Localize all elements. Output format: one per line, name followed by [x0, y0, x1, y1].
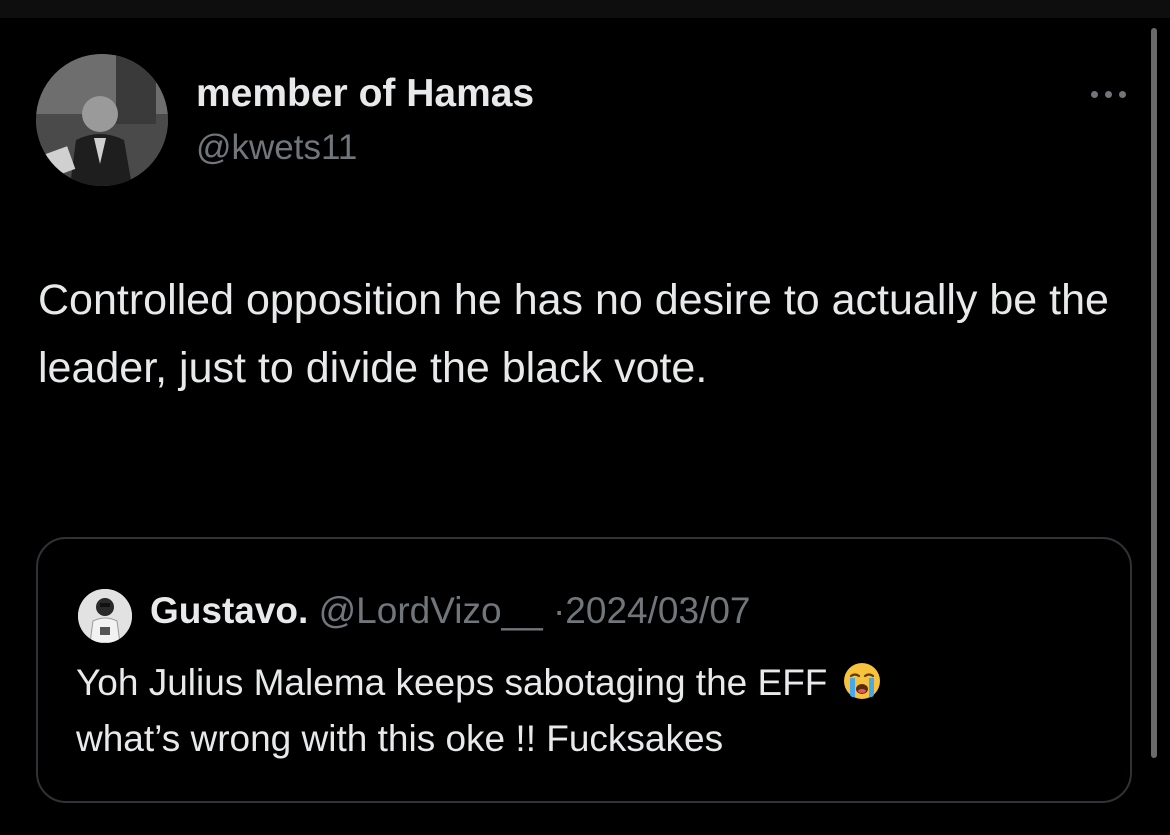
tweet-text: Controlled opposition he has no desire t… [38, 276, 1109, 392]
quoted-tweet-text-line1: Yoh Julius Malema keeps sabotaging the E… [76, 662, 828, 703]
more-options-icon [1090, 90, 1098, 98]
author-handle[interactable]: @kwets11 [196, 128, 357, 168]
top-status-strip [0, 0, 1170, 18]
profile-photo-icon [78, 589, 132, 643]
quoted-tweet-header: Gustavo. @LordVizo__ ·2024/03/07 [150, 589, 750, 633]
quoted-author-handle[interactable]: @LordVizo__ [319, 590, 543, 631]
loudly-crying-face-icon [842, 661, 882, 701]
scrollbar[interactable] [1151, 28, 1157, 758]
author-display-name[interactable]: member of Hamas [196, 72, 534, 116]
header-separator: · [552, 590, 566, 631]
author-avatar[interactable] [36, 54, 168, 186]
quoted-tweet-text: Yoh Julius Malema keeps sabotaging the E… [76, 655, 1106, 767]
quoted-author-display-name[interactable]: Gustavo. [150, 590, 308, 631]
quoted-tweet-text-line2: what’s wrong with this oke !! Fucksakes [76, 718, 724, 759]
more-options-button[interactable] [1080, 80, 1136, 108]
more-options-icon [1104, 90, 1112, 98]
quoted-tweet-card[interactable]: Gustavo. @LordVizo__ ·2024/03/07 Yoh Jul… [36, 537, 1132, 803]
profile-photo-icon [36, 54, 168, 186]
quoted-author-avatar[interactable] [78, 589, 132, 643]
more-options-icon [1118, 90, 1126, 98]
quoted-tweet-date[interactable]: 2024/03/07 [565, 590, 750, 631]
